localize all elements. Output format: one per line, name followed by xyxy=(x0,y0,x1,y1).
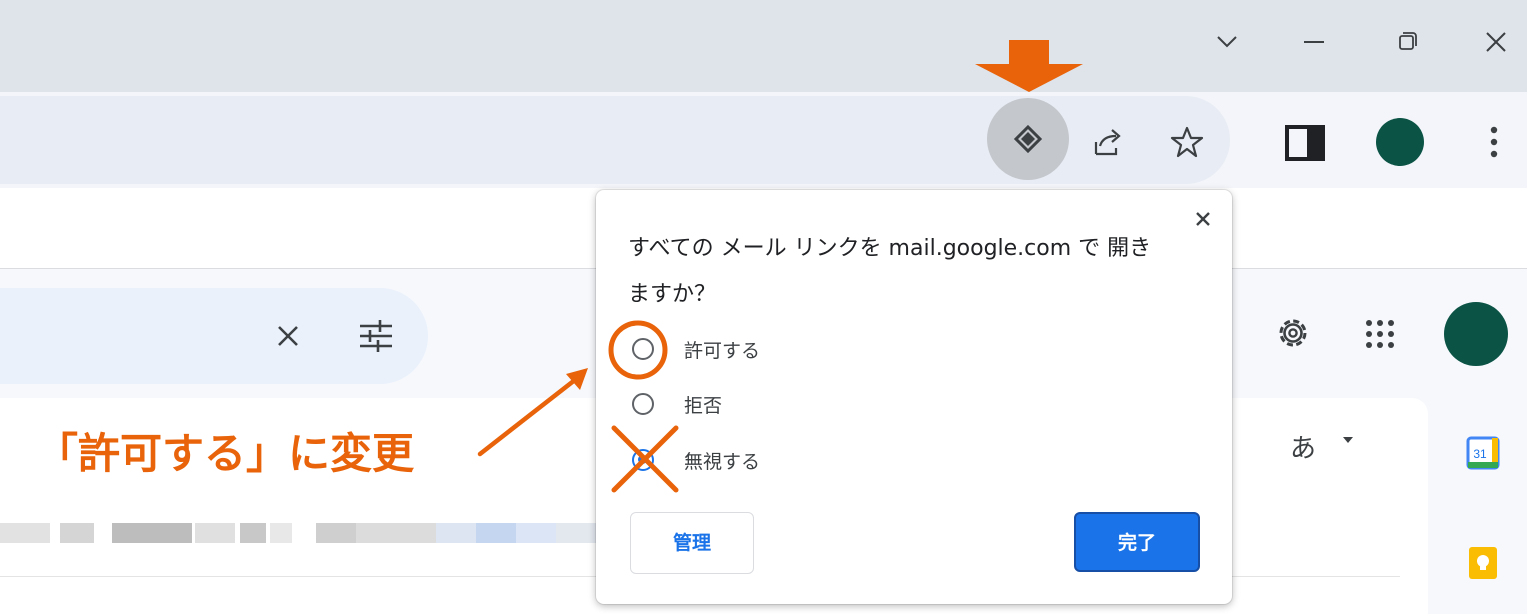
option-ignore-label: 無視する xyxy=(684,451,761,473)
share-icon[interactable] xyxy=(1086,120,1130,164)
kebab-menu-icon[interactable] xyxy=(1482,122,1506,162)
manage-button[interactable]: 管理 xyxy=(630,512,754,574)
annotation-cross xyxy=(610,424,680,494)
side-panel-icon[interactable] xyxy=(1284,124,1326,162)
apps-grid-icon[interactable] xyxy=(1360,314,1400,354)
annotation-callout: 「許可する」に変更 xyxy=(36,429,415,478)
blurred-mail-row xyxy=(0,520,600,546)
input-tools-dropdown-icon[interactable] xyxy=(1340,432,1356,448)
protocol-handler-icon xyxy=(1013,124,1043,154)
clear-search-icon[interactable] xyxy=(268,316,308,356)
calendar-day: 31 xyxy=(1473,447,1487,461)
dialog-close-icon[interactable] xyxy=(1188,204,1218,234)
search-options-icon[interactable] xyxy=(354,314,398,358)
calendar-icon[interactable]: 31 xyxy=(1466,436,1500,470)
profile-avatar[interactable] xyxy=(1376,118,1424,166)
input-tools-label[interactable]: あ xyxy=(1290,428,1316,465)
restore-icon[interactable] xyxy=(1386,20,1430,64)
done-button[interactable]: 完了 xyxy=(1074,512,1200,572)
annotation-down-arrow xyxy=(975,40,1083,92)
protocol-handler-button[interactable] xyxy=(987,98,1069,180)
annotation-circle xyxy=(606,318,670,382)
gear-icon[interactable] xyxy=(1270,310,1316,356)
chevron-down-icon[interactable] xyxy=(1205,20,1249,64)
dialog-title: すべての メール リンクを mail.google.com で 開きますか？ xyxy=(628,236,1152,307)
option-block[interactable]: 拒否 xyxy=(620,389,820,419)
star-icon[interactable] xyxy=(1165,120,1209,164)
radio-block[interactable] xyxy=(632,393,654,415)
gmail-avatar[interactable] xyxy=(1444,302,1508,366)
close-icon[interactable] xyxy=(1474,20,1518,64)
option-block-label: 拒否 xyxy=(684,395,723,417)
minimize-icon[interactable] xyxy=(1292,20,1336,64)
keep-icon[interactable] xyxy=(1468,546,1498,580)
option-allow-label: 許可する xyxy=(684,340,761,362)
annotation-arrow xyxy=(476,360,596,460)
